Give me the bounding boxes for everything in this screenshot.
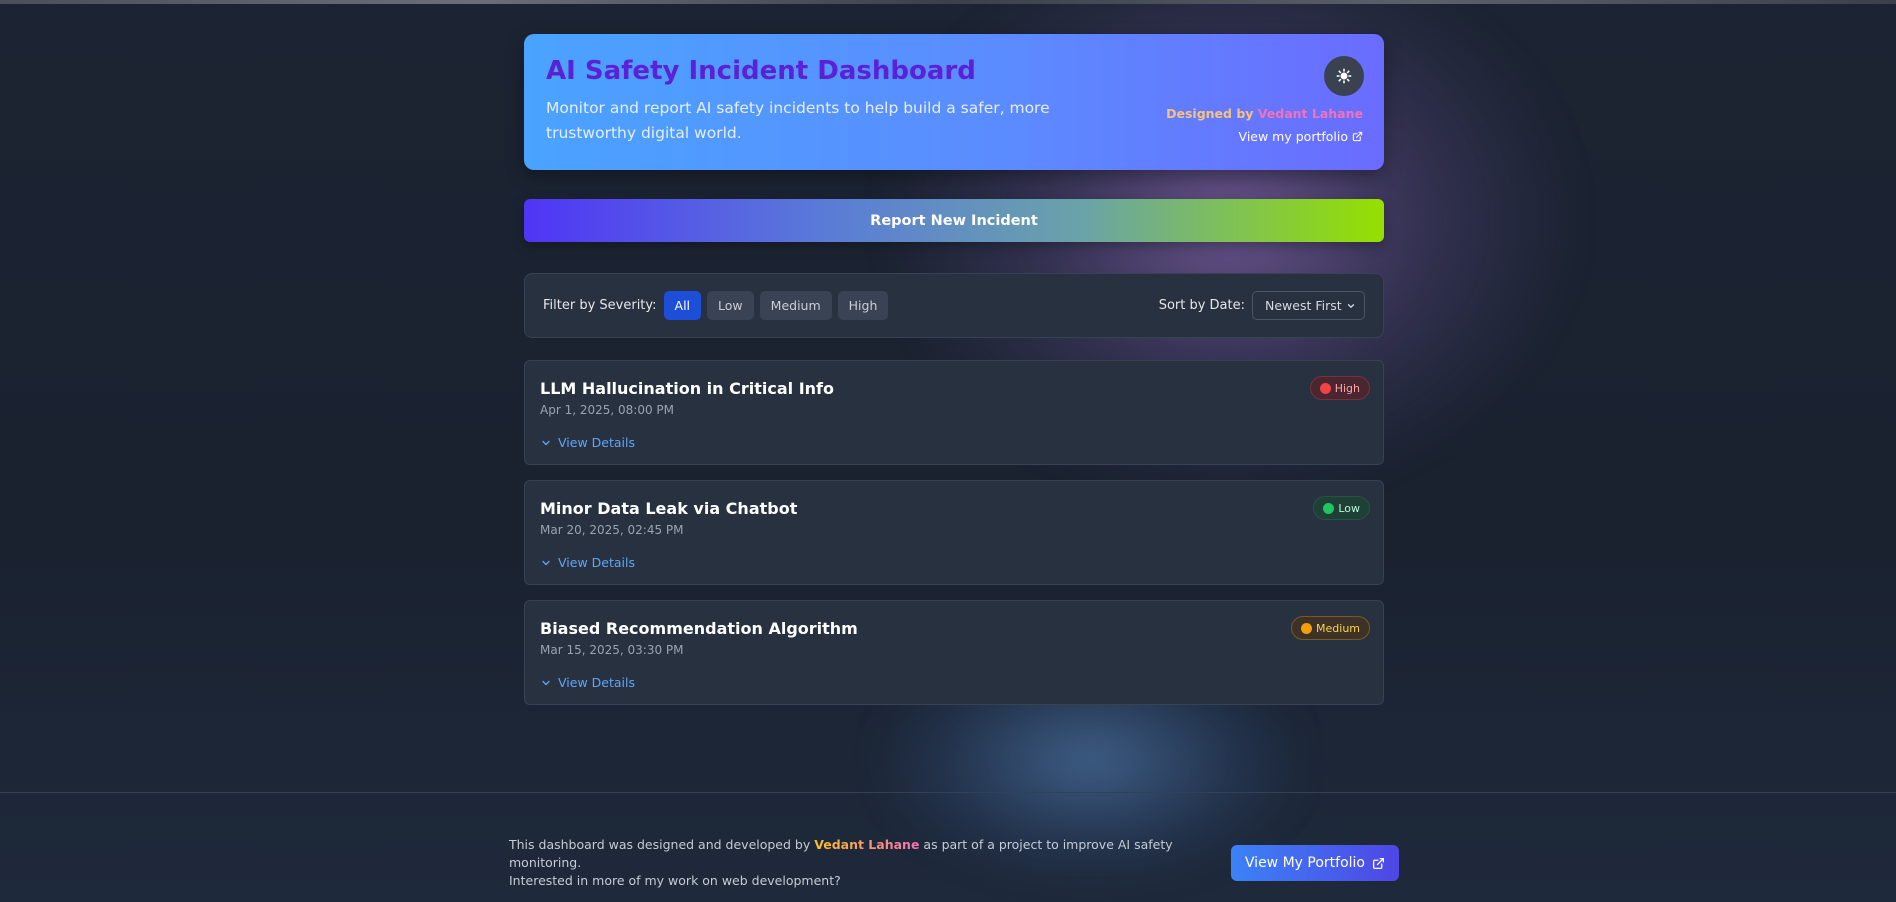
view-details-label: View Details (558, 675, 635, 690)
filter-high-button[interactable]: High (837, 291, 889, 320)
incident-date: Mar 20, 2025, 02:45 PM (540, 523, 684, 537)
view-details-label: View Details (558, 555, 635, 570)
incident-card: LLM Hallucination in Critical Info Apr 1… (524, 360, 1384, 465)
severity-dot-icon (1319, 382, 1331, 394)
footer-text-line2: Interested in more of my work on web dev… (509, 873, 841, 888)
sort-label: Sort by Date: (1158, 298, 1245, 313)
severity-badge: Low (1313, 496, 1370, 520)
external-link-icon (1352, 131, 1363, 142)
incident-card: Biased Recommendation Algorithm Mar 15, … (524, 600, 1384, 705)
incident-date: Mar 15, 2025, 03:30 PM (540, 643, 684, 657)
external-link-icon (1372, 857, 1385, 869)
filter-low-button[interactable]: Low (707, 291, 754, 320)
portfolio-link[interactable]: View my portfolio (1239, 129, 1363, 144)
theme-toggle-button[interactable] (1324, 56, 1364, 96)
severity-label: Low (1338, 501, 1360, 515)
incident-title: Minor Data Leak via Chatbot (540, 499, 798, 518)
chevron-down-icon (1347, 303, 1355, 308)
incident-list: LLM Hallucination in Critical Info Apr 1… (524, 360, 1384, 705)
filter-medium-button[interactable]: Medium (759, 291, 832, 320)
designed-by-prefix: Designed by (1166, 106, 1254, 121)
view-details-toggle[interactable]: View Details (540, 435, 635, 450)
view-details-label: View Details (558, 435, 635, 450)
sun-icon (1336, 68, 1352, 84)
footer-text: This dashboard was designed and develope… (509, 836, 1209, 890)
view-my-portfolio-button[interactable]: View My Portfolio (1230, 845, 1399, 881)
page-subtitle: Monitor and report AI safety incidents t… (546, 99, 1050, 142)
chevron-down-icon (542, 560, 550, 565)
filter-bar: Filter by Severity: All Low Medium High … (524, 273, 1384, 338)
incident-title: Biased Recommendation Algorithm (540, 619, 858, 638)
footer-text-before: This dashboard was designed and develope… (509, 837, 811, 852)
portfolio-link-label: View my portfolio (1238, 129, 1348, 144)
severity-dot-icon (1323, 502, 1335, 514)
severity-badge: Medium (1291, 616, 1370, 640)
severity-dot-icon (1301, 622, 1313, 634)
incident-title: LLM Hallucination in Critical Info (540, 379, 834, 398)
designed-by: Designed by Vedant Lahane (1166, 106, 1363, 121)
footer: This dashboard was designed and develope… (509, 836, 1399, 890)
sort-selected-value: Newest First (1265, 298, 1342, 313)
chevron-down-icon (542, 440, 550, 445)
incident-card: Minor Data Leak via Chatbot Mar 20, 2025… (524, 480, 1384, 585)
page-title: AI Safety Incident Dashboard (546, 56, 976, 86)
incident-date: Apr 1, 2025, 08:00 PM (540, 403, 674, 417)
footer-divider (0, 792, 1896, 793)
header-banner: AI Safety Incident Dashboard Monitor and… (524, 34, 1384, 170)
severity-label: Medium (1316, 621, 1360, 635)
filter-all-button[interactable]: All (663, 291, 702, 320)
report-new-incident-button[interactable]: Report New Incident (524, 199, 1384, 242)
severity-label: High (1334, 381, 1360, 395)
view-details-toggle[interactable]: View Details (540, 555, 635, 570)
browser-top-strip (0, 0, 1896, 4)
chevron-down-icon (542, 680, 550, 685)
sort-select[interactable]: Newest First (1252, 291, 1365, 320)
designer-name: Vedant Lahane (1257, 106, 1363, 121)
view-my-portfolio-label: View My Portfolio (1244, 855, 1365, 871)
filter-label: Filter by Severity: (543, 298, 657, 313)
view-details-toggle[interactable]: View Details (540, 675, 635, 690)
dashboard-container: AI Safety Incident Dashboard Monitor and… (524, 34, 1384, 705)
severity-badge: High (1309, 376, 1370, 400)
footer-author-name: Vedant Lahane (814, 837, 920, 852)
